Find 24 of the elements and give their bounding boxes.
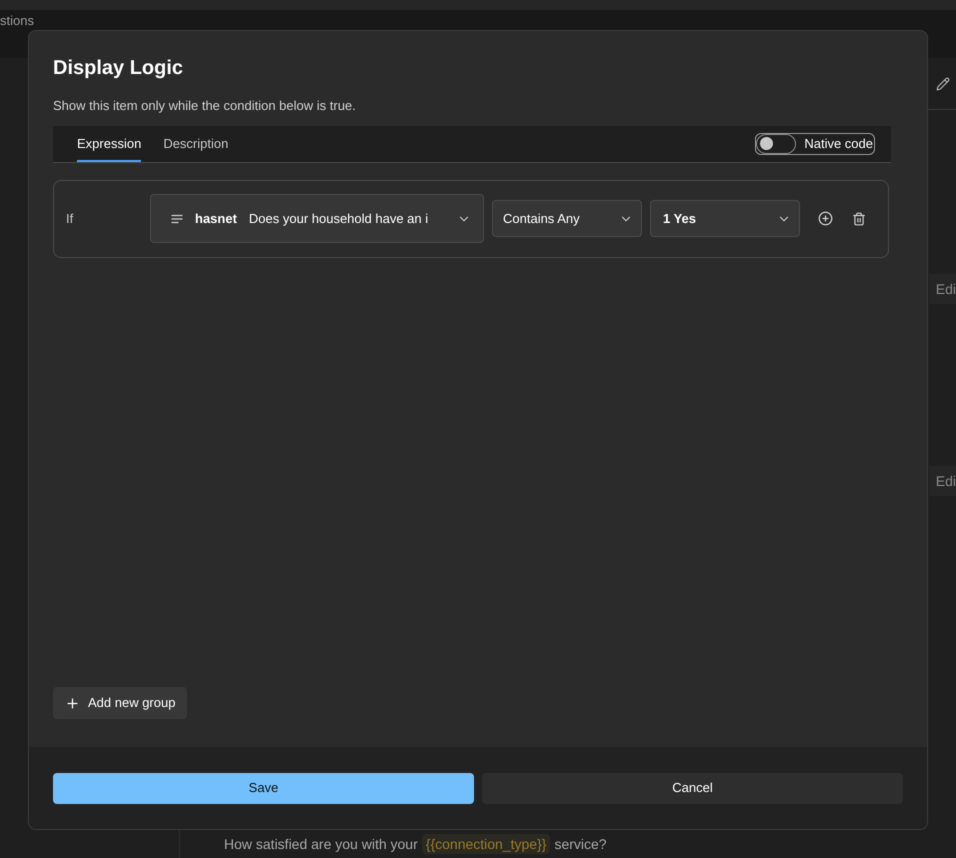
edit-button[interactable]: Edi <box>928 274 956 304</box>
edit-icon[interactable] <box>934 74 952 92</box>
dialog-title: Display Logic <box>53 56 184 81</box>
add-condition-icon[interactable] <box>818 211 833 226</box>
tab[interactable]: Description <box>163 126 228 162</box>
delete-icon[interactable] <box>852 212 866 226</box>
toggle-switch[interactable] <box>756 134 796 154</box>
edit-button[interactable]: Edi <box>928 466 956 496</box>
dialog-subtitle: Show this item only while the condition below is true. <box>53 97 357 115</box>
text-lines-icon <box>171 214 183 224</box>
operator-dropdown[interactable]: Contains Any <box>492 200 642 237</box>
save-button[interactable]: Save <box>53 772 474 804</box>
condition-connector: If <box>66 210 74 228</box>
question-text: How satisfied are you with your <box>224 835 418 854</box>
cancel-button[interactable]: Cancel <box>482 772 903 804</box>
plus-icon <box>65 696 80 710</box>
tab-label[interactable]: stions <box>0 13 34 29</box>
variable-tag: {{connection_type}} <box>422 834 550 854</box>
native-code-toggle[interactable]: Native code <box>755 132 875 154</box>
field-dropdown[interactable]: hasnet Does your household have an i <box>150 194 484 243</box>
value-dropdown[interactable]: 1 Yes <box>650 200 800 237</box>
add-group-button[interactable]: Add new group <box>53 687 188 719</box>
tab[interactable]: Expression <box>77 126 142 162</box>
question-text: service? <box>554 835 607 854</box>
